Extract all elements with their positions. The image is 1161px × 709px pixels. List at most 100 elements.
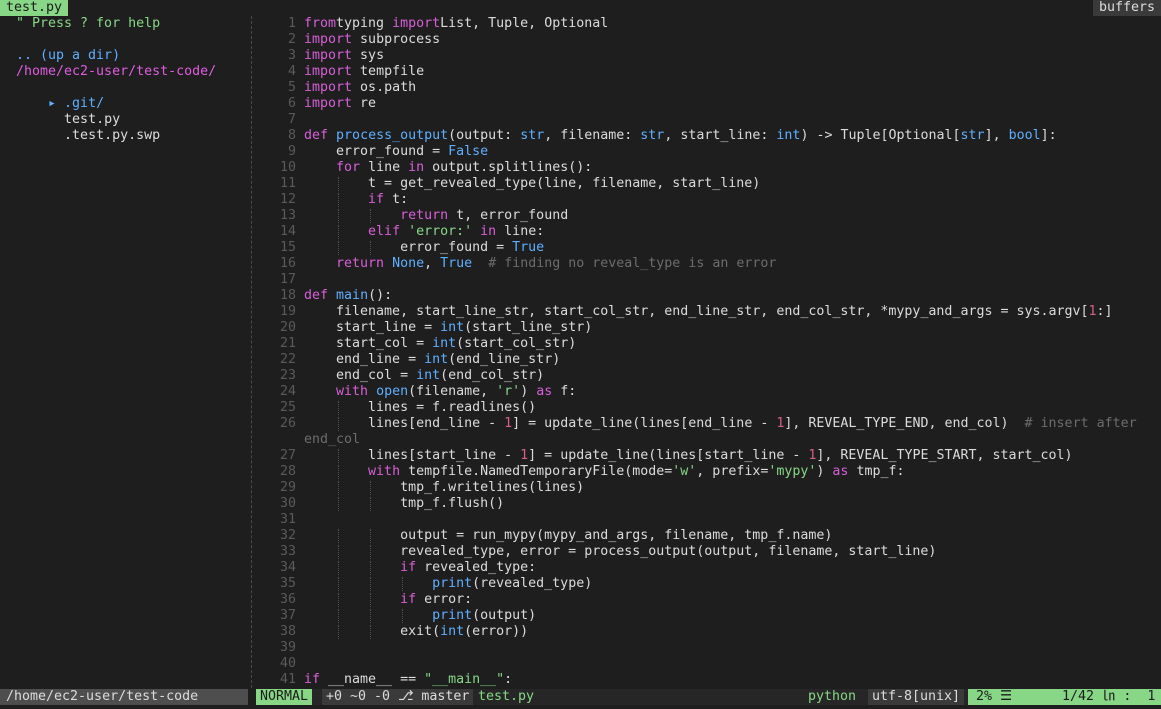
line-code: import subprocess — [304, 32, 440, 48]
tree-cwd[interactable]: /home/ec2-user/test-code/ — [16, 64, 216, 80]
code-token: typing — [336, 16, 393, 31]
buffers-label[interactable]: buffers — [1092, 0, 1161, 16]
code-token: (end_line_str) — [448, 352, 561, 367]
code-token: , — [424, 256, 441, 271]
code-token: import — [304, 64, 353, 79]
code-token: "__main__" — [424, 672, 505, 687]
indent-guide — [370, 481, 372, 495]
indent-guide — [338, 481, 340, 495]
line-code: with tempfile.NamedTemporaryFile(mode='w… — [304, 464, 904, 480]
code-token: line: — [496, 224, 545, 239]
code-token: ], REVEAL_TYPE_START, start_col) — [816, 448, 1073, 463]
line-number: 6 — [287, 96, 296, 111]
code-token: tempfile — [352, 64, 425, 79]
code-token: in — [480, 224, 497, 239]
code-token: print — [432, 576, 473, 591]
code-token: , filename: — [544, 128, 641, 143]
scroll-percent: 2% ☰ — [968, 689, 1054, 705]
tree-up-dir[interactable]: .. (up a dir) — [16, 48, 120, 64]
code-token: 'w' — [672, 464, 697, 479]
code-token: import — [392, 16, 441, 31]
tree-item-label: .test.py.swp — [64, 128, 161, 143]
code-token: ] = update_line(lines[start_line - — [528, 448, 809, 463]
code-token: int — [776, 128, 801, 143]
code-token: int — [424, 352, 449, 367]
code-token: : — [504, 672, 513, 687]
line-number: 12 — [279, 192, 296, 207]
line-number: 39 — [279, 640, 296, 655]
code-token: 1 — [504, 416, 513, 431]
code-token: if — [304, 672, 321, 687]
line-number: 33 — [279, 544, 296, 559]
code-token: 'mypy' — [768, 464, 817, 479]
statusline: NORMAL +0 ~0 -0 ⎇ master test.py python … — [256, 689, 1161, 705]
line-number: 2 — [287, 32, 296, 47]
code-token: end_col — [304, 432, 361, 447]
code-token: exit( — [304, 624, 441, 639]
code-token: tempfile.NamedTemporaryFile(mode= — [400, 464, 673, 479]
line-number: 30 — [279, 496, 296, 511]
code-token: ) — [520, 384, 537, 399]
line-number: 8 — [287, 128, 296, 143]
indent-guide — [338, 177, 340, 191]
code-token: end_col = — [304, 368, 417, 383]
code-token: revealed_type, error = process_output(ou… — [304, 544, 937, 559]
code-token: t: — [384, 192, 409, 207]
code-token: process_output — [336, 128, 449, 143]
line-number: 14 — [279, 224, 296, 239]
line-number: 5 — [287, 80, 296, 95]
line-code: t = get_revealed_type(line, filename, st… — [304, 176, 760, 192]
line-code: tmp_f.flush() — [304, 496, 504, 512]
code-token: end_line = — [304, 352, 425, 367]
indent-guide — [338, 225, 340, 239]
code-token: False — [448, 144, 489, 159]
tab-test-py[interactable]: test.py — [0, 0, 69, 16]
line-code: filename, start_line_str, start_col_str,… — [304, 304, 1113, 320]
code-token: # finding no reveal_type is an error — [488, 256, 777, 271]
line-code: start_col = int(start_col_str) — [304, 336, 576, 352]
line-code: for line in output.splitlines(): — [304, 160, 592, 176]
line-code: elif 'error:' in line: — [304, 224, 544, 240]
line-code: if error: — [304, 592, 472, 608]
line-code: if t: — [304, 192, 408, 208]
tree-item-test-py[interactable]: test.py — [16, 96, 120, 127]
line-number: 18 — [279, 288, 296, 303]
code-token: ) -> Tuple[Optional[ — [800, 128, 961, 143]
code-token: def — [304, 288, 329, 303]
code-token: ]: — [1040, 128, 1057, 143]
indent-guide — [370, 209, 372, 223]
indent-guide — [402, 609, 404, 623]
indent-guide — [338, 497, 340, 511]
indent-guide — [338, 465, 340, 479]
code-token: error_found = — [304, 240, 513, 255]
statusline-filename: test.py — [478, 689, 535, 704]
line-number: 40 — [279, 656, 296, 671]
line-number: 41 — [279, 672, 296, 687]
line-code: end_line = int(end_line_str) — [304, 352, 560, 368]
line-code: import re — [304, 96, 376, 112]
indent-guide — [338, 241, 340, 255]
indent-guide — [370, 609, 372, 623]
line-number: 28 — [279, 464, 296, 479]
code-token: ], — [984, 128, 1009, 143]
indent-guide — [370, 593, 372, 607]
indent-guide — [370, 561, 372, 575]
code-token: error: — [416, 592, 473, 607]
code-token: in — [408, 160, 425, 175]
line-number: 38 — [279, 624, 296, 639]
tree-item-swp[interactable]: .test.py.swp — [16, 112, 160, 143]
tree-item-git[interactable]: ▸ .git/ — [16, 80, 104, 111]
line-number: 24 — [279, 384, 296, 399]
code-editor[interactable]: 1 fromtyping importList, Tuple, Optional 2… — [252, 16, 1161, 688]
indent-guide — [338, 545, 340, 559]
line-code: end_col — [304, 432, 360, 448]
cursor-position: 1/42 ㏑ : 1 — [1054, 689, 1161, 705]
code-token: bool — [1008, 128, 1041, 143]
code-token: main — [336, 288, 369, 303]
